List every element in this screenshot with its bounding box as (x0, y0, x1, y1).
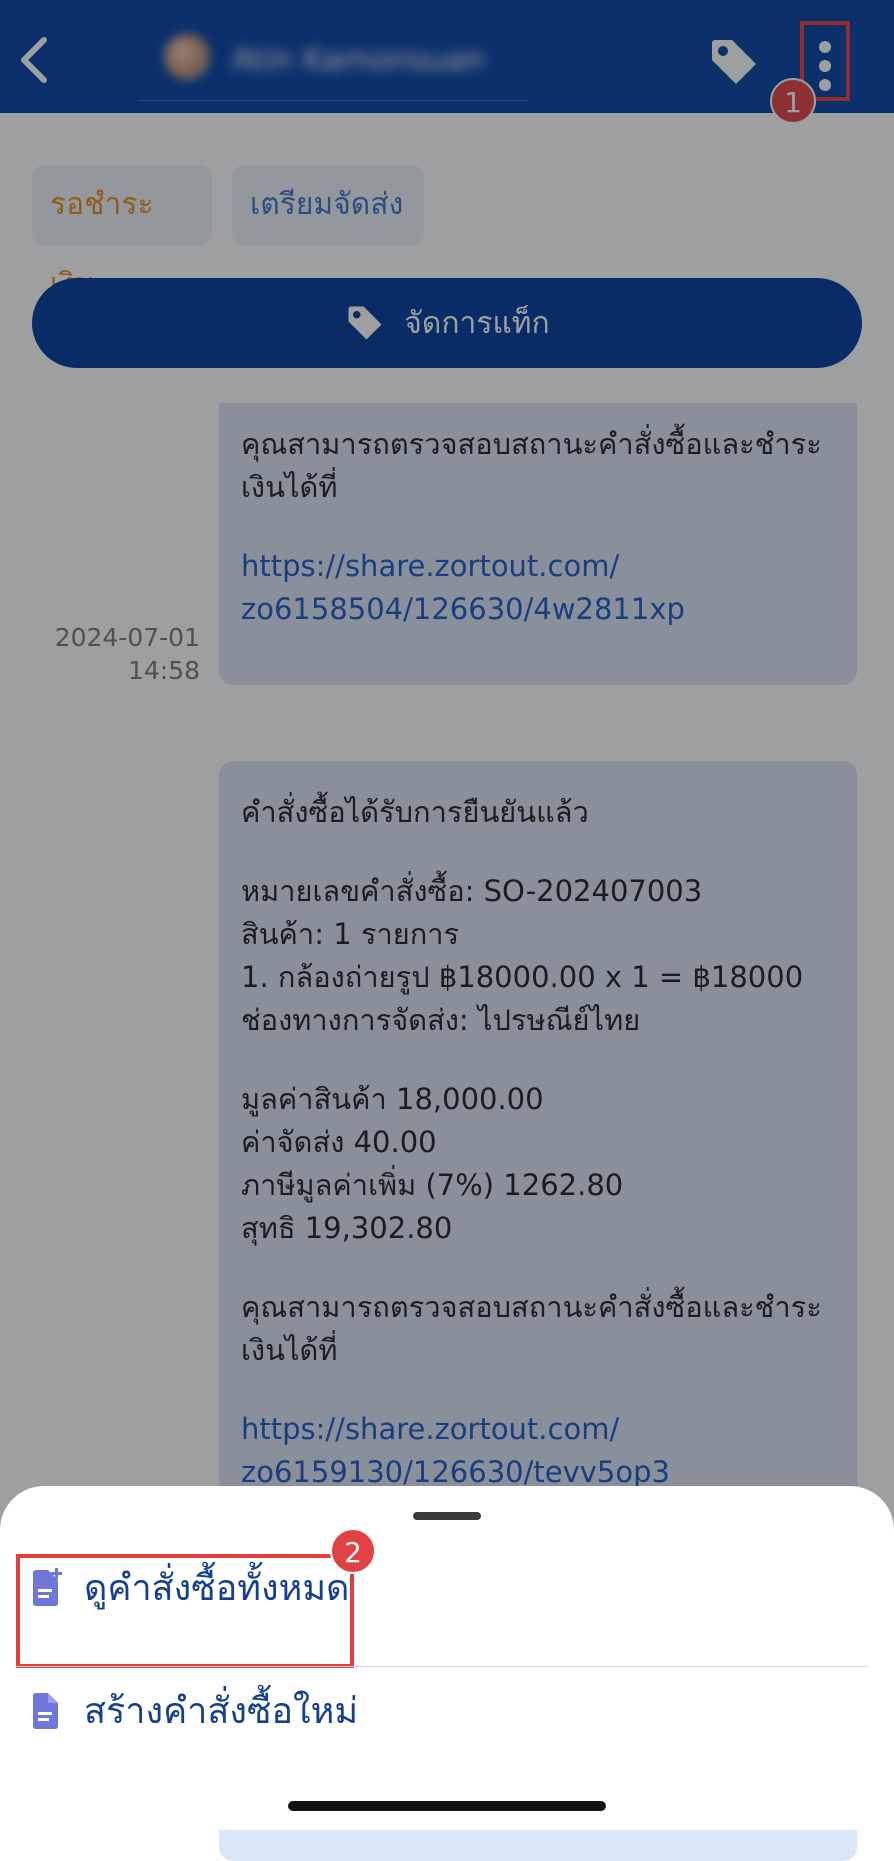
document-icon (33, 1692, 58, 1729)
highlight-box (16, 1554, 354, 1668)
divider (16, 1666, 868, 1667)
step-badge-2: 2 (330, 1528, 376, 1574)
sheet-grabber[interactable] (413, 1512, 481, 1520)
bottom-sheet: ดูคำสั่งซื้อทั้งหมด สร้างคำสั่งซื้อใหม่ (0, 1486, 894, 1830)
create-new-order-label: สร้างคำสั่งซื้อใหม่ (84, 1691, 359, 1732)
home-indicator (288, 1801, 606, 1811)
create-new-order-button[interactable]: สร้างคำสั่งซื้อใหม่ (30, 1682, 358, 1739)
